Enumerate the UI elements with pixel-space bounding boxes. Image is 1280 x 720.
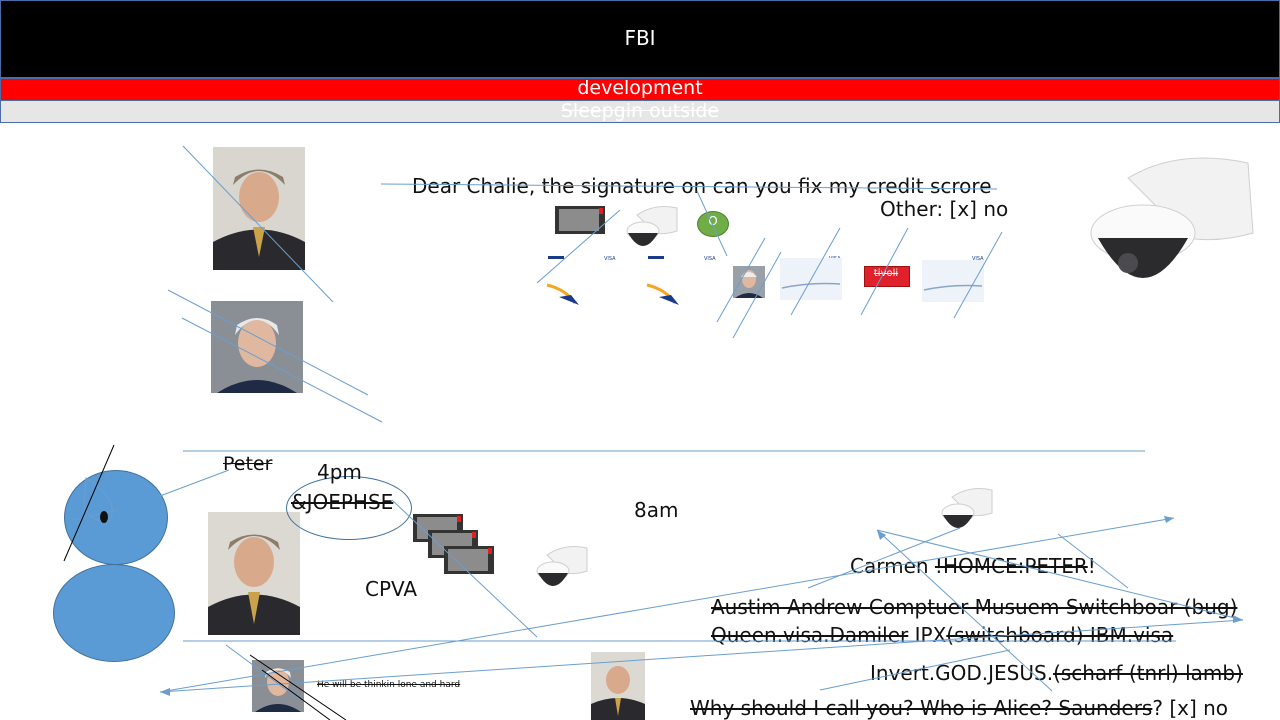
portrait-man-suit-icon bbox=[208, 512, 300, 635]
switchboard-text: (switchboard) IBM.visa bbox=[946, 623, 1174, 647]
time-8am: 8am bbox=[634, 498, 679, 522]
homce-peter-text: !HOMCE:PETER bbox=[934, 554, 1088, 578]
card-swoosh-icon bbox=[546, 283, 579, 305]
green-circle-label: O bbox=[708, 214, 718, 228]
austim-line: Austim Andrew Comptuer Musuem Switchboar… bbox=[711, 595, 1238, 619]
small-note: He will be thinkin lone and hard bbox=[317, 680, 461, 690]
why-line: Why should I call you? Who is Alice? Sau… bbox=[690, 696, 1228, 720]
carmen-text: Carmen bbox=[850, 554, 929, 578]
portrait-photo-3 bbox=[208, 512, 300, 635]
card-swoosh-icon bbox=[646, 283, 679, 305]
other-option: Other: [x] no bbox=[880, 197, 1009, 221]
visa-card-icon bbox=[780, 258, 842, 300]
portrait-man-suit-icon bbox=[591, 652, 645, 720]
time-4pm: 4pm bbox=[317, 460, 362, 484]
invert-line: Invert.GOD.JESUS.(scharf (tnrl) lamb) bbox=[870, 661, 1243, 685]
portrait-photo-1 bbox=[213, 147, 305, 270]
blue-circle-lower bbox=[53, 564, 175, 662]
security-camera-icon bbox=[536, 546, 588, 586]
security-camera-icon bbox=[626, 206, 678, 246]
invert-text: Invert.GOD.JESUS. bbox=[870, 661, 1054, 685]
device-thumbnail-icon bbox=[555, 206, 605, 234]
visa-card-icon bbox=[922, 260, 984, 302]
portrait-man-suit-icon bbox=[213, 147, 305, 270]
carmen-line: Carmen !HOMCE:PETER! bbox=[850, 554, 1096, 578]
queen-line: Queen.visa.Damiler IPX(switchboard) IBM.… bbox=[711, 623, 1173, 647]
portrait-photo-4 bbox=[252, 660, 304, 712]
portrait-grey-hair-icon bbox=[733, 266, 765, 298]
portrait-photo-2 bbox=[211, 301, 303, 393]
scharf-text: (scharf (tnrl) lamb) bbox=[1053, 661, 1243, 685]
portrait-grey-hair-icon bbox=[252, 660, 304, 712]
cpva-label: CPVA bbox=[365, 577, 418, 601]
portrait-photo-small bbox=[733, 266, 765, 298]
security-camera-icon bbox=[941, 488, 993, 528]
blue-circle-upper bbox=[64, 470, 168, 565]
peter-label: Peter bbox=[223, 453, 273, 475]
visa-label: VISA bbox=[604, 256, 616, 262]
why-tail-text: ? [x] no bbox=[1152, 696, 1229, 720]
tivoli-label: tivoli bbox=[873, 268, 899, 279]
visa-label: VISA bbox=[704, 256, 716, 262]
why-text: Why should I call you? Who is Alice? Sau… bbox=[690, 696, 1153, 720]
sleeping-label: Sleepgin outside bbox=[560, 100, 720, 122]
device-thumbnail-icon bbox=[444, 546, 494, 574]
exclaim-text: ! bbox=[1087, 554, 1096, 578]
header-title: FBI bbox=[624, 26, 656, 50]
portrait-grey-hair-icon bbox=[211, 301, 303, 393]
letter-text: Dear Chalie, the signature on can you fi… bbox=[412, 174, 992, 198]
development-label: development bbox=[577, 77, 703, 99]
ipx-text: IPX bbox=[914, 623, 947, 647]
security-camera-icon bbox=[1090, 157, 1254, 278]
joephse-label: &JOEPHSE bbox=[291, 490, 394, 514]
card-strip-icon bbox=[548, 256, 564, 259]
card-strip-icon bbox=[648, 256, 664, 259]
queen-text: Queen.visa.Damiler bbox=[711, 623, 909, 647]
portrait-photo-5 bbox=[591, 652, 645, 720]
